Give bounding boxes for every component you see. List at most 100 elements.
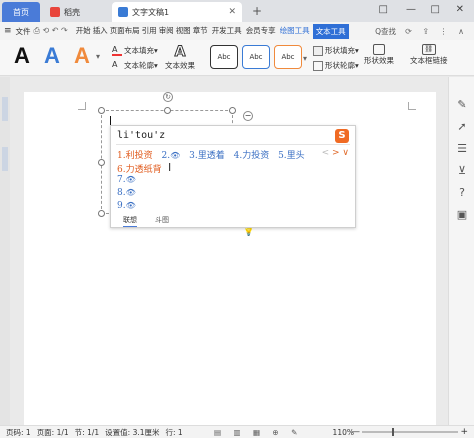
candidate-1[interactable]: 1.利投资 xyxy=(117,151,153,161)
status-page-number: 页码: 1 xyxy=(6,427,31,437)
shape-style-dropdown-icon[interactable]: ▾ xyxy=(303,54,307,63)
shape-outline-label: 形状轮廓 xyxy=(325,61,355,70)
resize-handle[interactable] xyxy=(229,107,236,114)
right-sidebar: ✎ ➚ ☰ ⊻ ? ▣ xyxy=(448,77,474,425)
shape-fill-label: 形状填充 xyxy=(325,46,355,55)
text-outline-label: 文本轮廓 xyxy=(124,61,154,70)
shape-style-3[interactable]: Abc xyxy=(274,45,302,69)
shape-effect-icon xyxy=(373,44,385,55)
text-fill-icon: A xyxy=(112,45,122,56)
chevron-down-icon: ▾ xyxy=(154,46,158,55)
resize-handle[interactable] xyxy=(98,159,105,166)
maximize-icon[interactable]: □ xyxy=(431,4,440,15)
candidate-4[interactable]: 4.力投资 xyxy=(234,151,270,161)
help-icon[interactable]: ? xyxy=(456,187,468,199)
shape-style-1[interactable]: Abc xyxy=(210,45,238,69)
margin-corner-top-left xyxy=(78,102,86,110)
text-fill-button[interactable]: A 文本填充 ▾ xyxy=(112,45,158,56)
tab-member[interactable]: 会员专享 xyxy=(245,24,277,39)
zoom-in-button[interactable]: + xyxy=(460,427,468,437)
resize-handle[interactable] xyxy=(98,107,105,114)
menu-hamburger-icon[interactable]: ≡ xyxy=(4,26,12,36)
tab-home[interactable]: 首页 xyxy=(2,2,40,22)
tab-daoke[interactable]: 稻壳 xyxy=(44,2,110,22)
lightbulb-icon[interactable]: 💡 xyxy=(243,227,254,237)
tab-home-label: 首页 xyxy=(13,7,29,17)
resize-handle[interactable] xyxy=(164,107,171,114)
search-button[interactable]: Q查找 xyxy=(375,26,396,37)
shape-effect-label: 形状效果 xyxy=(364,56,394,65)
tab-drawing-tools[interactable]: 绘图工具 xyxy=(279,24,311,39)
shape-style-2[interactable]: Abc xyxy=(242,45,270,69)
rotate-handle-icon[interactable]: ↻ xyxy=(163,92,173,102)
select-arrow-icon[interactable]: ➚ xyxy=(456,121,468,133)
new-tab-button[interactable]: + xyxy=(252,4,262,18)
textbox-link-button[interactable]: ⛓ 文本框链接 xyxy=(410,44,448,66)
candidate-6[interactable]: 6.力透纸背 xyxy=(117,162,162,175)
tab-review[interactable]: 审阅 xyxy=(158,24,175,39)
filter-icon[interactable]: ⊻ xyxy=(456,165,468,177)
tab-insert[interactable]: 插入 xyxy=(92,24,109,39)
tab-view[interactable]: 视图 xyxy=(175,24,192,39)
tab-daoke-label: 稻壳 xyxy=(64,7,80,17)
text-style-dropdown-icon[interactable]: ▾ xyxy=(96,52,100,61)
shape-effect-button[interactable]: 形状效果 xyxy=(364,44,394,66)
tab-list-icon[interactable]: □ xyxy=(379,4,388,15)
text-style-blue[interactable]: A xyxy=(44,43,60,69)
candidate-7[interactable]: 7.👁 xyxy=(117,175,136,185)
tab-start[interactable]: 开始 xyxy=(75,24,92,39)
close-window-icon[interactable]: ✕ xyxy=(456,4,464,15)
pen-icon[interactable]: ✎ xyxy=(456,99,468,111)
zoom-slider[interactable] xyxy=(362,428,458,436)
shape-outline-button[interactable]: 形状轮廓 ▾ xyxy=(313,60,359,71)
resize-handle[interactable] xyxy=(98,210,105,217)
text-outline-button[interactable]: A 文本轮廓 ▾ xyxy=(112,60,158,71)
tab-text-tools[interactable]: 文本工具 xyxy=(312,23,349,39)
tab-document[interactable]: 文字文稿1 ✕ xyxy=(112,2,242,22)
text-style-black[interactable]: A xyxy=(14,43,30,69)
mouse-ibeam-cursor: I xyxy=(168,161,172,174)
menu-bar: ≡ 文件 ⎙ ⟲ ↶ ↷ 开始 插入 页面布局 引用 审阅 视图 章节 开发工具… xyxy=(0,22,474,40)
ribbon-tabs: 开始 插入 页面布局 引用 审阅 视图 章节 开发工具 会员专享 绘图工具 文本… xyxy=(75,23,349,39)
textbox-link-label: 文本框链接 xyxy=(410,56,448,65)
sogou-logo-icon[interactable]: S xyxy=(335,129,349,143)
shape-fill-button[interactable]: 形状填充 ▾ xyxy=(313,45,359,56)
file-menu[interactable]: 文件 xyxy=(16,26,31,37)
image-icon[interactable]: ▣ xyxy=(456,209,468,221)
text-style-orange[interactable]: A xyxy=(74,43,90,69)
candidate-5[interactable]: 5.里头 xyxy=(278,151,305,161)
tab-references[interactable]: 引用 xyxy=(141,24,158,39)
eye-icon: 👁 xyxy=(125,201,136,210)
zoom-out-button[interactable]: — xyxy=(351,427,360,437)
tab-developer[interactable]: 开发工具 xyxy=(211,24,243,39)
left-ruler xyxy=(0,77,10,425)
ruler-mark xyxy=(2,147,8,171)
text-effect-button[interactable]: A 文本效果 xyxy=(165,44,195,71)
candidate-3[interactable]: 3.里透着 xyxy=(189,151,225,161)
ime-page-nav: < > ∨ xyxy=(322,148,349,158)
ime-tab-association[interactable]: 联想 xyxy=(123,215,137,227)
tab-page-layout[interactable]: 页面布局 xyxy=(109,24,141,39)
text-outline-icon: A xyxy=(112,59,118,69)
quick-access-toolbar[interactable]: ⎙ ⟲ ↶ ↷ xyxy=(34,26,68,36)
ime-tab-bar: 联想 斗图 xyxy=(111,214,355,227)
settings-sliders-icon[interactable]: ☰ xyxy=(456,143,468,155)
text-effect-icon: A xyxy=(174,44,186,61)
prev-page-icon[interactable]: < xyxy=(322,148,330,158)
link-icon: ⛓ xyxy=(421,44,436,55)
candidate-9[interactable]: 9.👁 xyxy=(117,201,136,211)
status-section: 节: 1/1 xyxy=(74,427,100,437)
layout-option-icon[interactable]: − xyxy=(243,111,253,121)
candidate-2[interactable]: 2.👁 xyxy=(161,151,180,161)
ime-tab-meme[interactable]: 斗图 xyxy=(155,215,169,225)
tab-chapter[interactable]: 章节 xyxy=(192,24,209,39)
expand-candidates-icon[interactable]: ∨ xyxy=(342,148,349,158)
candidate-8[interactable]: 8.👁 xyxy=(117,188,136,198)
shape-style-2-label: Abc xyxy=(249,53,263,61)
close-tab-icon[interactable]: ✕ xyxy=(228,7,236,17)
view-mode-icons[interactable]: ▤ ▥ ▦ ⊕ ✎ xyxy=(214,428,302,437)
menubar-right-icons[interactable]: ⟳ ⇪ ⋮ ∧ xyxy=(405,27,468,36)
zoom-slider-knob[interactable] xyxy=(392,428,394,436)
minimize-icon[interactable]: — xyxy=(406,4,416,15)
next-page-icon[interactable]: > xyxy=(332,148,340,158)
